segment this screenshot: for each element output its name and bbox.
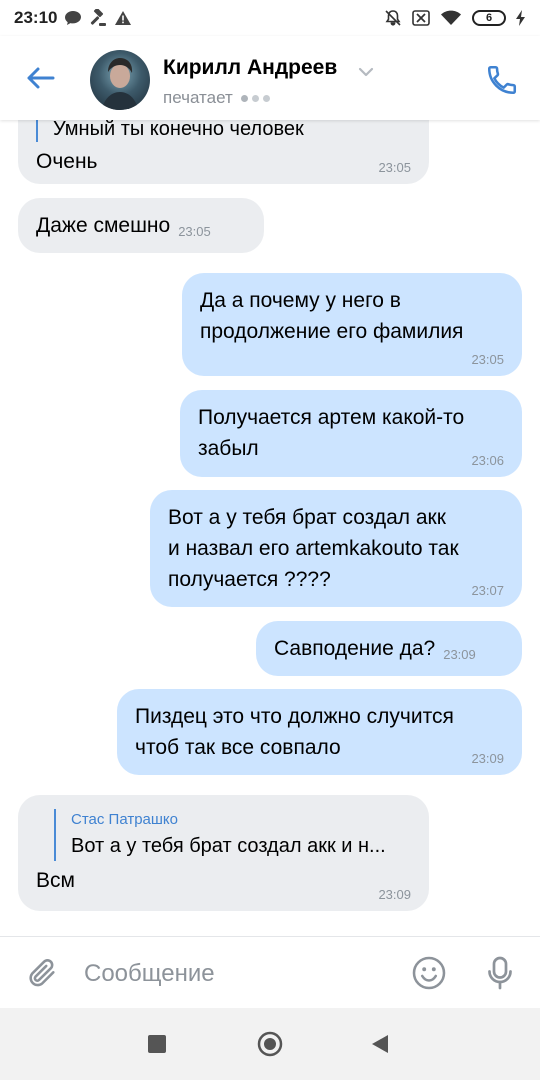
message-input[interactable] [84,955,384,993]
message-composer [0,936,540,1008]
message-time: 23:05 [471,352,504,367]
battery-icon: 6 [472,10,506,26]
message-bubble-outgoing[interactable]: Да а почему у него в продолжение его фам… [182,273,522,376]
chevron-down-icon[interactable] [358,64,374,82]
typing-status-text: печатает [163,88,233,107]
mute-bell-icon [384,9,402,27]
typing-dots-icon [240,94,270,102]
message-time: 23:05 [378,160,411,175]
back-button[interactable] [22,60,58,96]
message-text: Савподение да? [274,637,436,660]
message-text-line: получается ???? [168,568,331,591]
warning-icon [114,10,132,26]
gavel-icon [89,9,107,27]
message-bubble-outgoing[interactable]: Вот а у тебя брат создал акк и назвал ег… [150,490,522,607]
square-icon [148,1035,166,1053]
wifi-icon [440,10,462,26]
message-text-line: и назвал его artemkakouto так [168,537,459,560]
emoji-button[interactable] [409,953,449,993]
message-text-line: продолжение его фамилия [200,320,464,343]
typing-status: печатает [163,88,270,108]
message-time: 23:09 [443,647,476,662]
sim-disabled-icon [412,10,430,26]
message-text-line: Получается артем какой-то [198,406,465,429]
message-text-line: чтоб так все совпало [135,736,341,759]
recents-button[interactable] [139,1026,175,1062]
message-time: 23:06 [471,453,504,468]
message-text-line: Вот а у тебя брат создал акк [168,506,446,529]
back-nav-button[interactable] [362,1026,398,1062]
paperclip-icon [29,959,55,987]
triangle-left-icon [372,1035,388,1053]
chat-header: Кирилл Андреев печатает [0,36,540,120]
quoted-message[interactable]: Умный ты конечно человек [36,120,411,142]
message-text-line: Да а почему у него в [200,289,401,312]
message-bubble-outgoing[interactable]: Получается артем какой-то забыл 23:06 [180,390,522,477]
message-time: 23:09 [471,751,504,766]
message-text-line: забыл [198,437,259,460]
chat-bubble-icon [64,10,82,26]
message-text-line: Пиздец это что должно случится [135,705,454,728]
message-text: Даже смешно [36,214,171,237]
home-circle-icon [257,1031,283,1057]
quoted-message-text: Умный ты конечно человек [53,120,304,140]
avatar[interactable] [90,50,150,110]
quoted-message-author: Стас Патрашко [71,811,178,828]
message-bubble-incoming[interactable]: Даже смешно 23:05 [18,198,264,253]
message-time: 23:07 [471,583,504,598]
status-bar: 23:10 6 [0,0,540,36]
microphone-button[interactable] [480,953,520,993]
call-button[interactable] [482,60,522,100]
message-bubble-incoming[interactable]: Умный ты конечно человек Очень 23:05 [18,120,429,184]
message-time: 23:05 [178,224,211,239]
battery-level: 6 [485,11,493,24]
message-bubble-incoming[interactable]: Стас Патрашко Вот а у тебя брат создал а… [18,795,429,911]
message-bubble-outgoing[interactable]: Пиздец это что должно случится чтоб так … [117,689,522,775]
system-navigation-bar [0,1008,540,1080]
message-time: 23:09 [378,887,411,902]
quoted-message[interactable]: Стас Патрашко Вот а у тебя брат создал а… [54,809,411,861]
charging-icon [516,10,526,26]
message-bubble-outgoing[interactable]: Савподение да? 23:09 [256,621,522,676]
phone-icon [487,65,517,95]
microphone-icon [488,956,512,990]
message-list[interactable]: Умный ты конечно человек Очень 23:05 Даж… [0,120,540,936]
contact-name[interactable]: Кирилл Андреев [163,56,337,80]
arrow-left-icon [27,67,55,89]
home-button[interactable] [252,1026,288,1062]
smiley-icon [412,956,446,990]
message-text: Всм [36,869,75,892]
status-time: 23:10 [14,8,58,27]
message-text: Очень [36,150,98,173]
attach-button[interactable] [22,953,62,993]
quoted-message-text: Вот а у тебя брат создал акк и н... [71,835,386,857]
